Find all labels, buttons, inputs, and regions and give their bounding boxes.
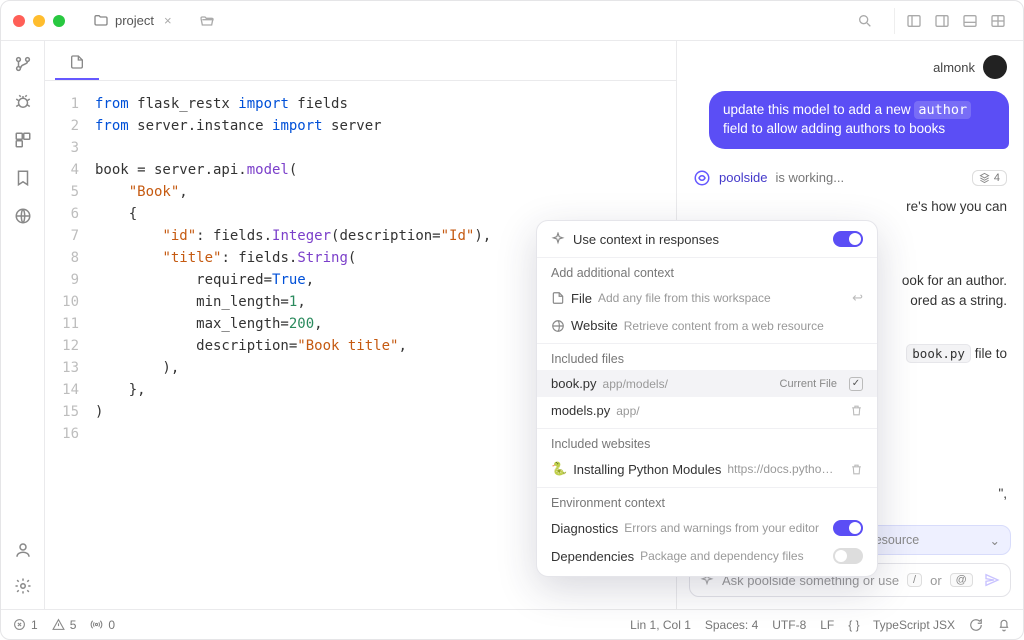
assistant-name: poolside — [719, 170, 767, 185]
send-icon[interactable] — [984, 572, 1000, 588]
project-tab[interactable]: project × — [85, 9, 184, 33]
account-icon[interactable] — [12, 539, 34, 561]
included-files-title: Included files — [537, 344, 877, 370]
file-icon — [69, 54, 85, 70]
extensions-icon[interactable] — [12, 129, 34, 151]
included-file-1[interactable]: book.py app/models/ Current File ✓ — [537, 370, 877, 397]
settings-gear-icon[interactable] — [12, 575, 34, 597]
dependencies-item[interactable]: Dependencies Package and dependency file… — [537, 542, 877, 570]
minimize-window[interactable] — [33, 15, 45, 27]
broadcast-icon — [90, 618, 103, 631]
search-icon[interactable] — [852, 8, 878, 34]
chat-header: almonk — [677, 41, 1023, 85]
popover-title: Use context in responses — [573, 232, 719, 247]
x-circle-icon — [13, 618, 26, 631]
activity-bar — [1, 41, 45, 609]
included-file-2[interactable]: models.py app/ — [537, 397, 877, 429]
warning-icon — [52, 618, 65, 631]
trash-icon[interactable] — [850, 404, 863, 417]
encoding[interactable]: UTF-8 — [772, 618, 806, 632]
check-icon[interactable]: ✓ — [849, 377, 863, 391]
close-window[interactable] — [13, 15, 25, 27]
cursor-position[interactable]: Lin 1, Col 1 — [630, 618, 691, 632]
folder-icon — [93, 13, 109, 29]
panel-right-icon[interactable] — [929, 8, 955, 34]
context-count-badge[interactable]: 4 — [972, 170, 1007, 186]
file-icon — [551, 291, 565, 305]
add-website-item[interactable]: Website Retrieve content from a web reso… — [537, 312, 877, 344]
context-popover: Use context in responses Add additional … — [536, 220, 878, 577]
panel-bottom-icon[interactable] — [957, 8, 983, 34]
trash-icon[interactable] — [850, 463, 863, 476]
diagnostics-toggle[interactable] — [833, 520, 863, 536]
window-controls — [13, 15, 65, 27]
bookmark-icon[interactable] — [12, 167, 34, 189]
add-file-item[interactable]: File Add any file from this workspace ↩ — [537, 284, 877, 312]
zoom-window[interactable] — [53, 15, 65, 27]
eol[interactable]: LF — [820, 618, 834, 632]
globe-icon[interactable] — [12, 205, 34, 227]
chat-username: almonk — [933, 60, 975, 75]
feedback-icon[interactable] — [969, 618, 983, 632]
open-folder-icon[interactable] — [194, 8, 220, 34]
close-tab-icon[interactable]: × — [160, 13, 176, 28]
panel-grid-icon[interactable] — [985, 8, 1011, 34]
language-mode[interactable]: { } TypeScript JSX — [848, 618, 955, 632]
included-sites-title: Included websites — [537, 429, 877, 455]
python-icon: 🐍 — [551, 461, 567, 477]
warning-count[interactable]: 5 — [52, 618, 77, 632]
globe-icon — [551, 319, 565, 333]
user-message: update this model to add a new author fi… — [709, 91, 1009, 149]
line-numbers: 12345678910111213141516 — [45, 93, 85, 597]
titlebar: project × — [1, 1, 1023, 41]
status-bar: 1 5 0 Lin 1, Col 1 Spaces: 4 UTF-8 LF { … — [1, 609, 1023, 639]
env-context-title: Environment context — [537, 488, 877, 514]
stack-icon — [979, 172, 990, 183]
assistant-status: is working... — [775, 170, 844, 185]
sparkle-icon — [551, 232, 565, 246]
panel-left-icon[interactable] — [901, 8, 927, 34]
bell-icon[interactable] — [997, 618, 1011, 632]
included-site-1[interactable]: 🐍 Installing Python Modules https://docs… — [537, 455, 877, 488]
dependencies-toggle[interactable] — [833, 548, 863, 564]
vcs-branch-icon[interactable] — [12, 53, 34, 75]
return-icon: ↩ — [852, 290, 863, 306]
avatar[interactable] — [983, 55, 1007, 79]
use-context-toggle[interactable] — [833, 231, 863, 247]
diagnostics-item[interactable]: Diagnostics Errors and warnings from you… — [537, 514, 877, 542]
assistant-logo-icon — [693, 169, 711, 187]
code-content[interactable]: from flask_restx import fields from serv… — [85, 93, 491, 597]
error-count[interactable]: 1 — [13, 618, 38, 632]
signal-count[interactable]: 0 — [90, 618, 115, 632]
indentation[interactable]: Spaces: 4 — [705, 618, 758, 632]
chevron-down-icon[interactable]: ⌄ — [990, 533, 1000, 548]
braces-icon: { } — [848, 618, 859, 632]
assistant-status-line: poolside is working... 4 — [677, 159, 1023, 197]
active-editor-tab[interactable] — [55, 46, 99, 80]
layout-controls — [894, 8, 1011, 34]
add-context-title: Add additional context — [537, 258, 877, 284]
bug-icon[interactable] — [12, 91, 34, 113]
project-name: project — [115, 13, 154, 28]
at-key: @ — [950, 573, 973, 587]
slash-key: / — [907, 573, 922, 587]
